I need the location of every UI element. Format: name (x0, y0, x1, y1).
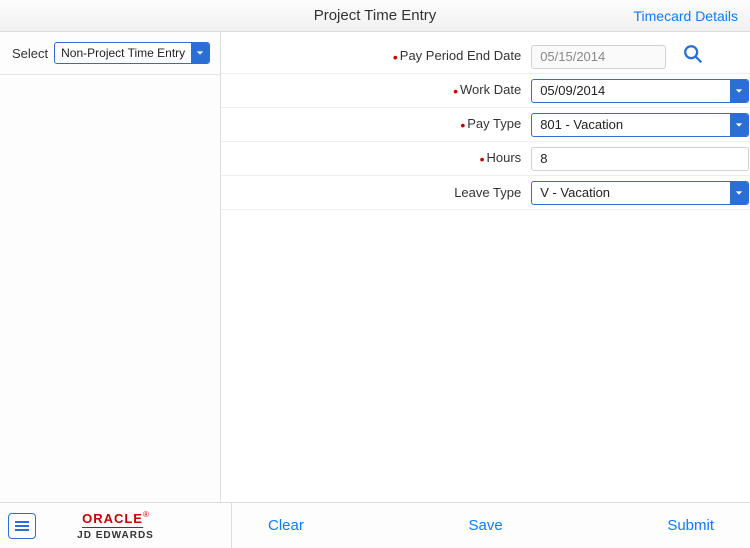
submit-button[interactable]: Submit (667, 517, 714, 534)
leave-type-row: Leave Type V - Vacation (221, 176, 750, 210)
leave-type-label: Leave Type (221, 185, 531, 200)
brand-oracle: ORACLE (82, 511, 143, 528)
timecard-details-link[interactable]: Timecard Details (633, 8, 738, 24)
chevron-down-icon (730, 80, 748, 102)
entry-type-select[interactable]: Non-Project Time Entry (54, 42, 210, 64)
leave-type-value: V - Vacation (532, 185, 730, 200)
hours-input[interactable] (531, 147, 749, 171)
footer-right: Clear Save Submit (232, 503, 750, 548)
select-row: Select Non-Project Time Entry (0, 32, 220, 75)
form-panel: •Pay Period End Date •Work Date 05/09/20… (221, 32, 750, 502)
pay-period-row: •Pay Period End Date (221, 32, 750, 74)
pay-period-label: •Pay Period End Date (221, 48, 531, 65)
header: Project Time Entry Timecard Details (0, 0, 750, 32)
clear-button[interactable]: Clear (268, 517, 304, 534)
pay-type-row: •Pay Type 801 - Vacation (221, 108, 750, 142)
pay-type-select[interactable]: 801 - Vacation (531, 113, 749, 137)
brand-jde: JD EDWARDS (77, 530, 154, 541)
brand-logo: ORACLE® JD EDWARDS (77, 510, 154, 541)
pay-period-input[interactable] (531, 45, 666, 69)
leave-type-select[interactable]: V - Vacation (531, 181, 749, 205)
footer-left: ORACLE® JD EDWARDS (0, 503, 232, 548)
content: Select Non-Project Time Entry •Pay Perio… (0, 32, 750, 502)
work-date-label: •Work Date (221, 82, 531, 99)
page-title: Project Time Entry (314, 7, 437, 24)
work-date-row: •Work Date 05/09/2014 (221, 74, 750, 108)
chevron-down-icon (191, 43, 209, 63)
menu-button[interactable] (8, 513, 36, 539)
hours-row: •Hours (221, 142, 750, 176)
save-button[interactable]: Save (468, 517, 502, 534)
work-date-value: 05/09/2014 (532, 83, 730, 98)
pay-type-label: •Pay Type (221, 116, 531, 133)
chevron-down-icon (730, 182, 748, 204)
pay-type-value: 801 - Vacation (532, 117, 730, 132)
search-icon[interactable] (682, 43, 704, 70)
hours-label: •Hours (221, 150, 531, 167)
entry-type-value: Non-Project Time Entry (55, 46, 191, 60)
work-date-select[interactable]: 05/09/2014 (531, 79, 749, 103)
chevron-down-icon (730, 114, 748, 136)
left-panel: Select Non-Project Time Entry (0, 32, 221, 502)
select-label: Select (12, 46, 48, 61)
footer: ORACLE® JD EDWARDS Clear Save Submit (0, 502, 750, 548)
